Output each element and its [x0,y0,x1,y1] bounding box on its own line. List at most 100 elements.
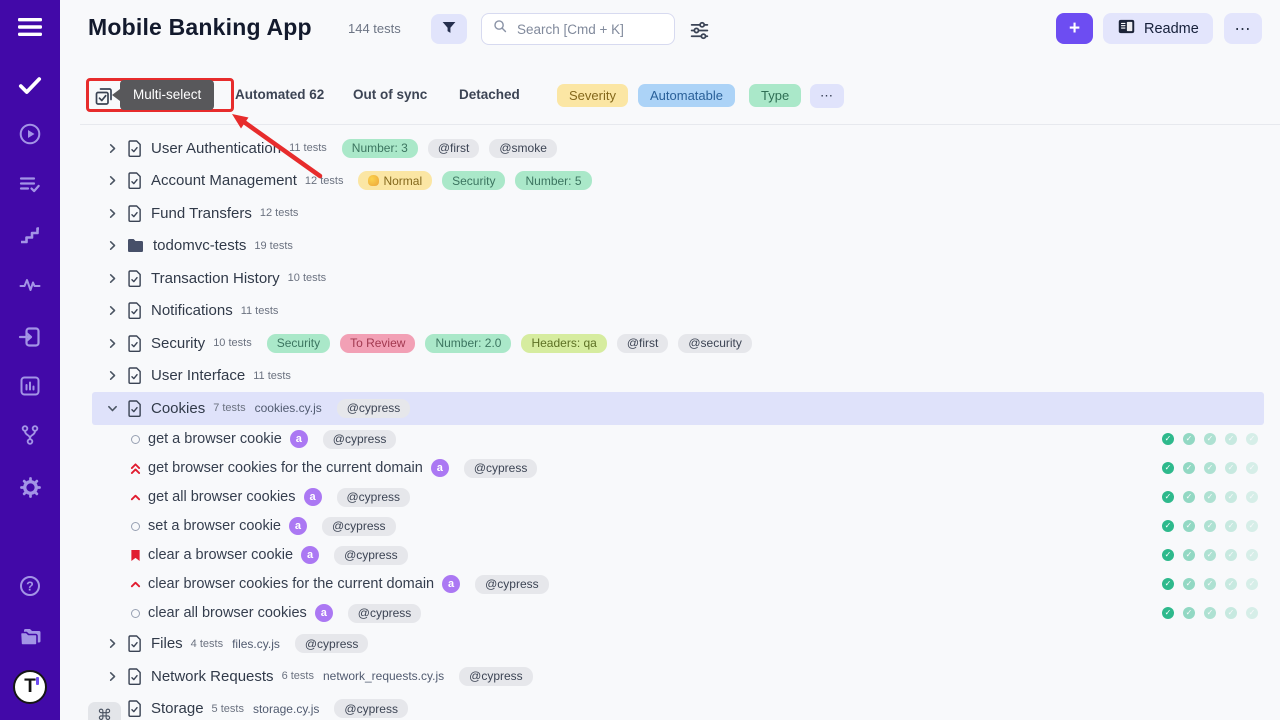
tag-chip[interactable]: @cypress [337,399,411,418]
search-box[interactable] [481,13,675,45]
tag-chip[interactable]: Number: 2.0 [425,334,511,353]
readme-label: Readme [1144,21,1199,37]
suite-row[interactable]: Transaction History10 tests [92,262,1264,295]
toolbar-more-chip[interactable]: ⋯ [810,84,844,108]
tests-count: 11 tests [289,142,327,154]
tag-chips: @cypress [464,459,538,478]
test-row[interactable]: get browser cookies for the current doma… [92,454,1264,483]
test-row[interactable]: get all browser cookiesa@cypress✓✓✓✓✓ [92,483,1264,512]
chevron-down-icon[interactable] [107,403,119,414]
tag-chip[interactable]: @cypress [334,546,408,565]
suite-row[interactable]: Files4 testsfiles.cy.js@cypress [92,628,1264,661]
file-icon [127,205,142,222]
suite-row[interactable]: User Authentication11 testsNumber: 3@fir… [92,132,1264,165]
automated-badge: a [442,575,460,593]
suite-row[interactable]: Cookies7 testscookies.cy.js@cypress [92,392,1264,425]
readme-button[interactable]: Readme [1103,13,1213,44]
test-row[interactable]: set a browser cookiea@cypress✓✓✓✓✓ [92,512,1264,541]
suite-row[interactable]: Security10 testsSecurityTo ReviewNumber:… [92,327,1264,360]
tune-icon[interactable] [686,17,712,43]
passed-status-icon: ✓ [1204,578,1216,590]
test-name: clear a browser cookie [148,547,293,563]
tag-chip[interactable]: Headers: qa [521,334,606,353]
test-row[interactable]: clear all browser cookiesa@cypress✓✓✓✓✓ [92,599,1264,628]
chevron-right-icon[interactable] [107,175,119,186]
tests-count: 19 tests [254,240,293,252]
severity-chip[interactable]: Severity [557,84,628,107]
add-button[interactable]: + [1056,13,1093,44]
run-status-dots: ✓✓✓✓✓ [1162,491,1258,503]
toolbar-out-of-sync-filter[interactable]: Out of sync [353,87,427,102]
ellipsis-icon: ⋯ [1235,19,1252,39]
tag-chip[interactable]: @first [617,334,669,353]
tag-chip[interactable]: @first [428,139,480,158]
passed-status-icon: ✓ [1246,607,1258,619]
tag-chip[interactable]: @security [678,334,752,353]
tag-chip[interactable]: Normal [358,171,432,190]
suite-row[interactable]: User Interface11 tests [92,360,1264,393]
tag-chip[interactable]: @smoke [489,139,557,158]
list-check-icon[interactable] [0,166,60,202]
toolbar-detached-filter[interactable]: Detached [459,87,520,102]
chevron-right-icon[interactable] [107,370,119,381]
tag-chip[interactable]: @cypress [475,575,549,594]
tag-chip[interactable]: @cypress [337,488,411,507]
chevron-right-icon[interactable] [107,638,119,649]
tag-chip[interactable]: Security [442,171,505,190]
header-more-button[interactable]: ⋯ [1224,13,1262,44]
suite-row[interactable]: Account Management12 testsNormalSecurity… [92,165,1264,198]
passed-status-icon: ✓ [1225,433,1237,445]
tag-chip[interactable]: @cypress [334,699,408,718]
tag-chip[interactable]: To Review [340,334,415,353]
chevron-right-icon[interactable] [107,338,119,349]
suite-row[interactable]: Network Requests6 testsnetwork_requests.… [92,660,1264,693]
tag-chip[interactable]: @cypress [295,634,369,653]
run-status-dots: ✓✓✓✓✓ [1162,578,1258,590]
file-icon [127,400,142,417]
chevron-right-icon[interactable] [107,143,119,154]
tag-chip[interactable]: @cypress [322,517,396,536]
test-name: clear browser cookies for the current do… [148,576,434,592]
automatable-chip[interactable]: Automatable [638,84,735,107]
avatar[interactable]: T [0,669,60,705]
chevron-right-icon[interactable] [107,240,119,251]
tag-chips: @cypress [337,399,411,418]
test-row[interactable]: get a browser cookiea@cypress✓✓✓✓✓ [92,425,1264,454]
tag-chip[interactable]: @cypress [348,604,422,623]
chevron-right-icon[interactable] [107,208,119,219]
tag-chip[interactable]: Number: 3 [342,139,418,158]
command-key-badge[interactable]: ⌘ [88,702,121,720]
test-row[interactable]: clear browser cookies for the current do… [92,570,1264,599]
folder-row[interactable]: todomvc-tests 19 tests [92,230,1264,263]
chevron-right-icon[interactable] [107,671,119,682]
search-input[interactable] [517,22,667,37]
branch-icon[interactable] [0,417,60,453]
passed-status-icon: ✓ [1246,462,1258,474]
folders-icon[interactable] [0,619,60,655]
test-row[interactable]: clear a browser cookiea@cypress✓✓✓✓✓ [92,541,1264,570]
suite-name: todomvc-tests [153,237,246,254]
steps-icon[interactable] [0,217,60,253]
tag-chip[interactable]: @cypress [323,430,397,449]
tag-chip[interactable]: @cypress [464,459,538,478]
gear-icon[interactable] [0,469,60,505]
bar-chart-icon[interactable] [0,368,60,404]
chevron-right-icon[interactable] [107,305,119,316]
type-chip[interactable]: Type [749,84,801,107]
filter-button[interactable] [431,14,467,44]
suite-row[interactable]: Fund Transfers12 tests [92,197,1264,230]
play-circle-icon[interactable] [0,116,60,152]
chevron-right-icon[interactable] [107,273,119,284]
tag-chip[interactable]: Security [267,334,330,353]
multi-select-icon[interactable] [94,86,114,106]
tag-chip[interactable]: @cypress [459,667,533,686]
suite-row[interactable]: Storage5 testsstorage.cy.js@cypress [92,693,1264,720]
help-icon[interactable]: ? [0,568,60,604]
suite-row[interactable]: Notifications11 tests [92,295,1264,328]
sign-in-icon[interactable] [0,319,60,355]
tag-chip[interactable]: Number: 5 [515,171,591,190]
check-icon[interactable] [0,67,60,103]
pulse-icon[interactable] [0,267,60,303]
toolbar-automated-filter[interactable]: Automated 62 [235,87,324,102]
hamburger-menu-icon[interactable] [0,9,60,45]
